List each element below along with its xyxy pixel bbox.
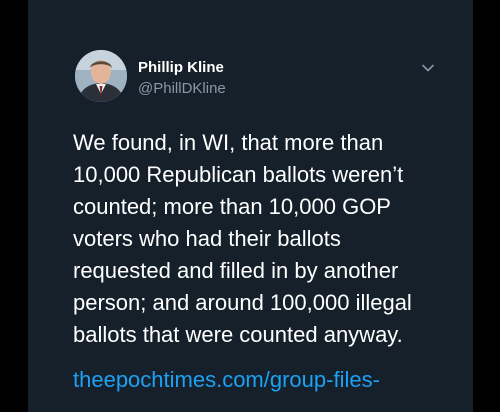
tweet-card: Phillip Kline @PhillDKline We found, in … (28, 0, 473, 412)
author-handle[interactable]: @PhillDKline (138, 80, 226, 97)
avatar[interactable] (75, 50, 127, 102)
chevron-down-icon[interactable] (420, 60, 436, 76)
tweet-text-line: counted; more than 10,000 GOP (73, 194, 391, 219)
author-display-name[interactable]: Phillip Kline (138, 59, 224, 76)
tweet-text-line: 10,000 Republican ballots weren’t (73, 162, 404, 187)
tweet-text-line: requested and filled in by another (73, 258, 399, 283)
tweet-text: We found, in WI, that more than 10,000 R… (73, 127, 458, 351)
tweet-link[interactable]: theepochtimes.com/group-files- (73, 364, 380, 396)
profile-photo-icon (75, 50, 127, 102)
tweet-text-line: person; and around 100,000 illegal (73, 290, 412, 315)
tweet-text-line: voters who had their ballots (73, 226, 341, 251)
tweet-text-line: ballots that were counted anyway. (73, 322, 403, 347)
tweet-text-line: We found, in WI, that more than (73, 130, 384, 155)
